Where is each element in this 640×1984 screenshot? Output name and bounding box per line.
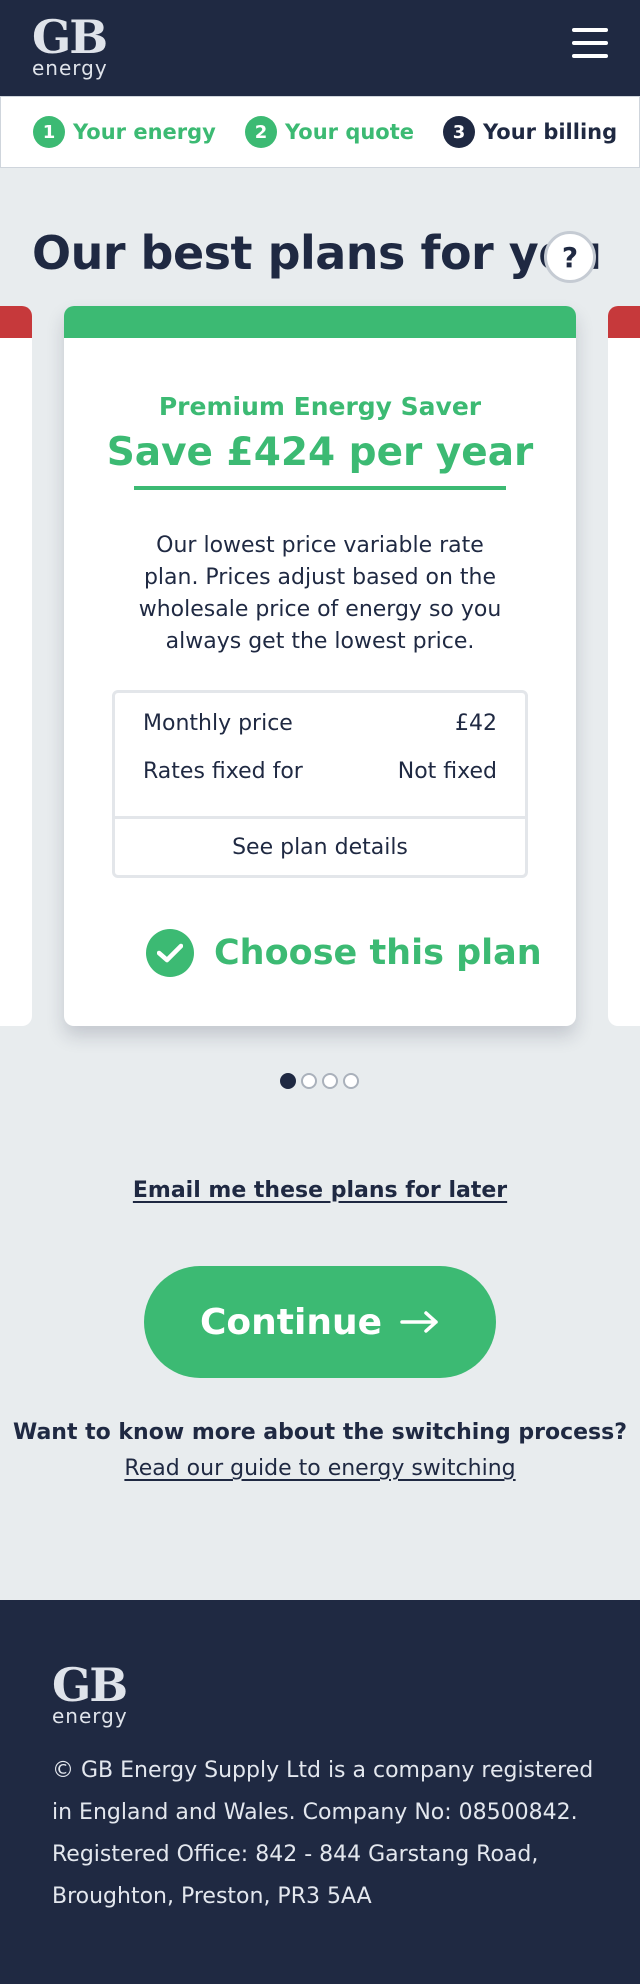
plan-name: Premium Energy Saver: [158, 392, 482, 421]
step-label: Your billing: [483, 120, 618, 144]
step-label: Your quote: [285, 120, 415, 144]
continue-label: Continue: [199, 1301, 382, 1343]
switching-question: Want to know more about the switching pr…: [12, 1420, 628, 1445]
step-your-billing: 3 Your billing: [443, 97, 617, 167]
logo-sub-text: energy: [32, 56, 108, 80]
carousel-dot[interactable]: [322, 1073, 338, 1089]
plan-saving: Save £424 per year: [106, 430, 534, 475]
saving-underline: [134, 486, 506, 490]
choose-plan-button[interactable]: Choose this plan: [146, 926, 542, 980]
arrow-right-icon: [400, 1302, 440, 1343]
step-number: 3: [443, 116, 475, 148]
footer-gb-energy-logo: GB energy: [52, 1662, 128, 1726]
page-title: Our best plans for you: [32, 226, 602, 280]
plan-price-box: Monthly price £42 Rates fixed for Not fi…: [112, 690, 528, 878]
carousel-dots: [280, 1073, 359, 1089]
progress-steps: 1 Your energy 2 Your quote 3 Your billin…: [0, 96, 640, 168]
carousel-dot[interactable]: [343, 1073, 359, 1089]
see-plan-details-link[interactable]: See plan details: [115, 819, 525, 875]
checkmark-icon: [146, 929, 194, 977]
row-value: Not fixed: [397, 759, 497, 784]
logo-sub-text: energy: [52, 1704, 128, 1728]
site-footer: GB energy © GB Energy Supply Ltd is a co…: [0, 1600, 640, 1984]
step-number: 2: [245, 116, 277, 148]
choose-plan-label: Choose this plan: [214, 933, 542, 973]
step-your-energy[interactable]: 1 Your energy: [33, 97, 216, 167]
plan-card: Premium Energy Saver Save £424 per year …: [64, 306, 576, 1026]
logo-main-text: GB: [52, 1658, 128, 1712]
site-header: GB energy: [0, 0, 640, 96]
rates-fixed-row: Rates fixed for Not fixed: [143, 759, 497, 784]
plan-card-accent-bar: [64, 306, 576, 338]
guide-link-label: Read our guide to energy switching: [124, 1456, 516, 1481]
row-value: £42: [455, 711, 497, 736]
row-label: Monthly price: [143, 711, 293, 736]
step-label: Your energy: [73, 120, 216, 144]
step-number: 1: [33, 116, 65, 148]
email-plans-label: Email me these plans for later: [132, 1178, 508, 1203]
gb-energy-logo[interactable]: GB energy: [32, 14, 108, 78]
carousel-dot[interactable]: [280, 1073, 296, 1089]
help-question-icon[interactable]: ?: [544, 231, 596, 283]
next-plan-card[interactable]: [608, 306, 640, 1026]
continue-button[interactable]: Continue: [144, 1266, 496, 1378]
previous-plan-card[interactable]: [0, 306, 32, 1026]
carousel-dot[interactable]: [301, 1073, 317, 1089]
monthly-price-row: Monthly price £42: [143, 711, 497, 736]
step-your-quote[interactable]: 2 Your quote: [245, 97, 414, 167]
logo-main-text: GB: [32, 10, 108, 64]
footer-legal-text: © GB Energy Supply Ltd is a company regi…: [52, 1758, 594, 1909]
hamburger-menu-icon[interactable]: [572, 28, 610, 60]
energy-switching-guide-link[interactable]: Read our guide to energy switching: [0, 1456, 640, 1481]
plan-description: Our lowest price variable rate plan. Pri…: [138, 533, 502, 654]
email-plans-link[interactable]: Email me these plans for later: [0, 1178, 640, 1203]
row-label: Rates fixed for: [143, 759, 303, 784]
